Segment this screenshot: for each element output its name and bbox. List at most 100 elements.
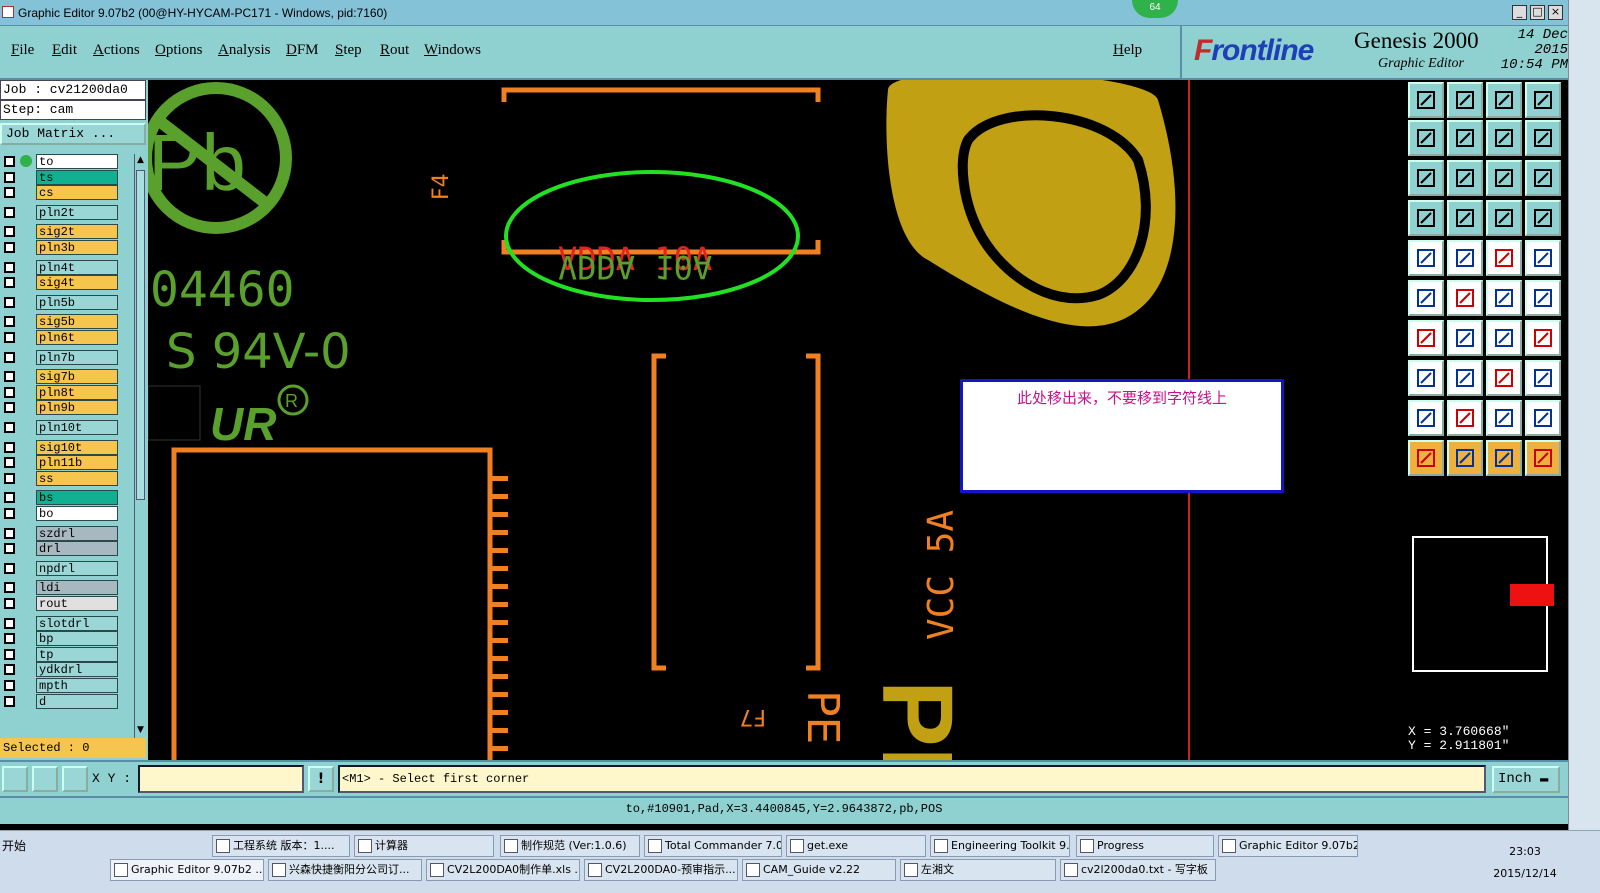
menu-rout[interactable]: Rout [380, 42, 409, 59]
snapshot-icon[interactable] [1408, 240, 1444, 276]
layer-row-1[interactable]: ts [2, 169, 132, 185]
taskbar-item-top-6[interactable]: Progress [1076, 835, 1214, 857]
layer-name[interactable]: tp [36, 646, 118, 662]
scroll-thumb[interactable] [136, 170, 145, 500]
layer-checkbox[interactable] [4, 187, 15, 199]
menu-actions[interactable]: Actions [93, 42, 140, 59]
layer-row-15[interactable]: pln10t [2, 420, 132, 435]
layer-checkbox[interactable] [4, 332, 15, 343]
menu-help[interactable]: Help [1113, 42, 1142, 59]
layer-name[interactable]: pln3b [36, 240, 118, 255]
scroll-up-icon[interactable]: ▲ [135, 154, 146, 167]
layer-row-23[interactable]: npdrl [2, 560, 132, 576]
taskbar-item-bottom-6[interactable]: cv2l200da0.txt - 写字板 [1060, 859, 1216, 881]
layer-name[interactable]: sig2t [36, 224, 118, 240]
layer-row-9[interactable]: sig5b [2, 314, 132, 330]
layer-row-13[interactable]: pln8t [2, 384, 132, 400]
layer-name[interactable]: pln10t [36, 420, 118, 435]
layer-name[interactable]: ss [36, 470, 118, 486]
layer-row-24[interactable]: ldi [2, 580, 132, 596]
layer-row-4[interactable]: sig2t [2, 224, 132, 240]
select-icon[interactable] [1447, 440, 1483, 476]
move-icon[interactable] [1408, 360, 1444, 396]
fit-icon[interactable] [1408, 160, 1444, 196]
taskbar-item-top-7[interactable]: Graphic Editor 9.07b2... [1218, 835, 1358, 857]
layer-checkbox[interactable] [4, 402, 15, 414]
snap-icon[interactable] [2, 766, 28, 792]
layer-name[interactable]: pln11b [36, 455, 118, 471]
redraw-icon[interactable] [1525, 120, 1561, 156]
menu-analysis[interactable]: Analysis [218, 42, 271, 59]
exclaim-button[interactable]: ! [308, 766, 334, 792]
grid-toggle-icon[interactable] [1447, 200, 1483, 236]
layer-row-29[interactable]: ydkdrl [2, 662, 132, 678]
layer-row-28[interactable]: tp [2, 646, 132, 662]
layer-name[interactable]: d [36, 693, 118, 709]
layer-name[interactable]: pln2t [36, 204, 118, 220]
scroll-down-icon[interactable]: ▼ [135, 724, 146, 737]
layer-attr-icon[interactable] [1486, 200, 1522, 236]
layer-checkbox[interactable] [4, 633, 15, 645]
layer-checkbox[interactable] [4, 582, 15, 594]
layer-row-0[interactable]: to [2, 154, 132, 169]
layer-checkbox[interactable] [4, 562, 15, 574]
start-button[interactable]: 开始 [2, 835, 48, 857]
layer-row-17[interactable]: pln11b [2, 455, 132, 471]
job-matrix-button[interactable]: Job Matrix ... [0, 123, 146, 145]
layer-row-18[interactable]: ss [2, 470, 132, 486]
window-icon[interactable] [1525, 82, 1561, 118]
route-icon[interactable] [1525, 440, 1561, 476]
layer-row-27[interactable]: bp [2, 631, 132, 647]
taskbar-item-top-5[interactable]: Engineering Toolkit 9.... [930, 835, 1070, 857]
measure-icon[interactable] [1486, 240, 1522, 276]
layer-scrollbar[interactable]: ▲ ▼ [134, 154, 146, 738]
menu-file[interactable]: File [11, 42, 34, 59]
erase-icon[interactable] [1447, 240, 1483, 276]
dash-icon[interactable] [1447, 360, 1483, 396]
layer-name[interactable]: to [36, 154, 118, 169]
layer-row-31[interactable]: d [2, 693, 132, 709]
taskbar-item-bottom-0[interactable]: Graphic Editor 9.07b2 ... [110, 859, 264, 881]
taskbar-item-top-0[interactable]: 工程系统 版本：1.... [212, 835, 350, 857]
scale-icon[interactable] [1486, 160, 1522, 196]
nodes-icon[interactable] [1525, 280, 1561, 316]
taskbar-item-top-2[interactable]: 制作规范 (Ver:1.0.6) [500, 835, 640, 857]
taskbar-item-bottom-5[interactable]: 左湘文 [900, 859, 1056, 881]
layer-name[interactable]: ydkdrl [36, 662, 118, 678]
arc-icon[interactable] [1486, 320, 1522, 356]
layer-name[interactable]: npdrl [36, 560, 118, 576]
layer-checkbox[interactable] [4, 386, 15, 398]
layer-checkbox[interactable] [4, 441, 15, 453]
layer-row-30[interactable]: mpth [2, 678, 132, 693]
slash-icon[interactable] [1447, 320, 1483, 356]
taskbar-item-bottom-1[interactable]: 兴森快捷衡阳分公司订... [268, 859, 422, 881]
cross-icon[interactable] [1447, 280, 1483, 316]
taskbar-item-top-3[interactable]: Total Commander 7.0... [644, 835, 782, 857]
layer-checkbox[interactable] [4, 371, 15, 383]
layer-checkbox[interactable] [4, 261, 15, 273]
text-icon[interactable] [1486, 400, 1522, 436]
minimize-button[interactable]: _ [1512, 5, 1527, 20]
layer-name[interactable]: cs [36, 185, 118, 201]
layer-checkbox[interactable] [4, 543, 15, 555]
layer-row-19[interactable]: bs [2, 490, 132, 506]
xy-input[interactable] [138, 765, 304, 793]
ff-icon[interactable] [1525, 320, 1561, 356]
menu-edit[interactable]: Edit [52, 42, 77, 59]
unit-selector[interactable]: Inch ▬ [1492, 766, 1560, 793]
layer-row-16[interactable]: sig10t [2, 439, 132, 455]
layer-checkbox[interactable] [4, 680, 15, 691]
pad-icon[interactable] [1525, 240, 1561, 276]
layer-row-26[interactable]: slotdrl [2, 615, 132, 631]
zoom-back-icon[interactable] [1447, 82, 1483, 118]
layer-checkbox[interactable] [4, 171, 15, 183]
layer-name[interactable]: sig10t [36, 439, 118, 455]
home-icon[interactable] [1486, 82, 1522, 118]
pointer-icon[interactable] [1408, 440, 1444, 476]
graphic-canvas[interactable]: Pb 04460 S 94V-0 UR R F4 VDDA 10A VDDA 1… [148, 80, 1404, 760]
grid-icon[interactable] [62, 766, 88, 792]
layer-row-11[interactable]: pln7b [2, 349, 132, 365]
layer-row-3[interactable]: pln2t [2, 204, 132, 220]
layer-checkbox[interactable] [4, 277, 15, 289]
layer-name[interactable]: slotdrl [36, 615, 118, 631]
